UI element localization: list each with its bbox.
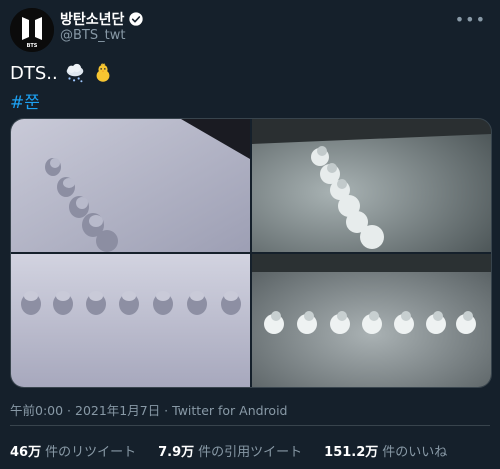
snow-figures-photo-1	[11, 119, 250, 252]
author-handle[interactable]: @BTS_twt	[60, 28, 125, 43]
author-name[interactable]: 방탄소년단	[60, 9, 124, 29]
retweets-count: 46万	[10, 445, 42, 460]
photo-3[interactable]	[11, 254, 250, 387]
photo-1[interactable]	[11, 119, 250, 252]
author-name-row[interactable]: 방탄소년단	[60, 9, 144, 29]
media-grid	[10, 118, 492, 388]
hashtag-link[interactable]: #쭌	[10, 88, 40, 113]
tweet-timestamp[interactable]: 午前0:00 · 2021年1月7日 · Twitter for Android	[10, 400, 287, 419]
tweet-text: DTS..	[10, 62, 58, 84]
tweet-text-row: DTS..	[10, 62, 114, 84]
snow-figures-photo-2	[252, 119, 491, 252]
quote-tweets-label: 件の引用ツイート	[198, 445, 303, 460]
svg-text:BTS: BTS	[27, 43, 38, 49]
likes-stat[interactable]: 151.2万 件のいいね	[324, 441, 447, 460]
retweets-stat[interactable]: 46万 件のリツイート	[10, 441, 136, 460]
cloud-with-snow-icon	[66, 63, 83, 83]
photo-4[interactable]	[252, 254, 491, 387]
snow-figures-photo-4	[252, 254, 491, 387]
likes-label: 件のいいね	[382, 445, 448, 460]
snow-figures-photo-3	[11, 254, 250, 387]
retweets-label: 件のリツイート	[45, 445, 137, 460]
avatar[interactable]: BTS	[10, 8, 54, 52]
bts-logo-icon: BTS	[10, 8, 54, 52]
quote-tweets-count: 7.9万	[158, 445, 195, 460]
likes-count: 151.2万	[324, 445, 379, 460]
verified-badge-icon	[129, 12, 144, 26]
photo-2[interactable]	[252, 119, 491, 252]
baby-chick-icon	[96, 63, 110, 82]
more-options-icon[interactable]: •••	[455, 10, 486, 29]
tweet-stats: 46万 件のリツイート 7.9万 件の引用ツイート 151.2万 件のいいね	[10, 441, 447, 460]
divider	[10, 425, 490, 426]
quote-tweets-stat[interactable]: 7.9万 件の引用ツイート	[158, 441, 302, 460]
